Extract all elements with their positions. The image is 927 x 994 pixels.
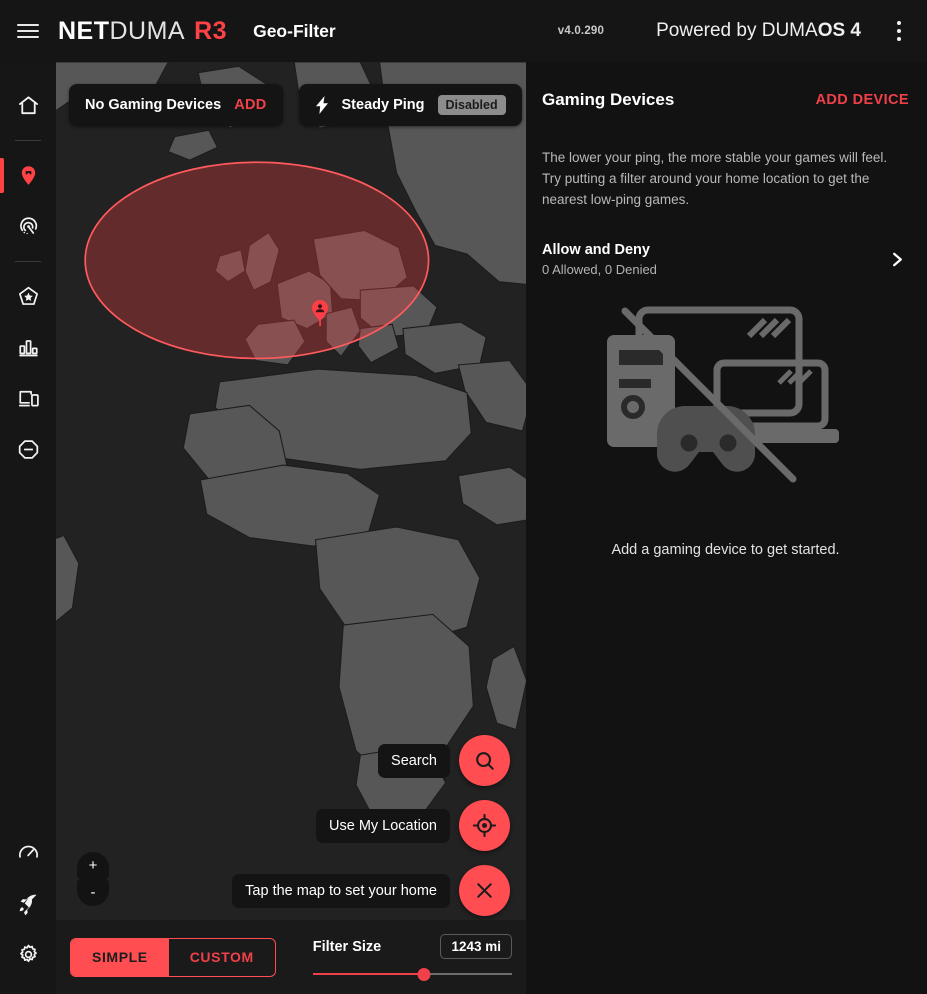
crosshair-icon [472,813,497,838]
home-pin-graphic [311,300,329,328]
top-bar: NETDUMA R3 Geo-Filter v4.0.290 Powered b… [0,0,927,62]
speedometer-icon [17,841,40,864]
chevron-right-icon[interactable] [890,250,909,269]
rocket-icon [17,892,40,915]
use-my-location-fab-tooltip: Use My Location [316,809,450,843]
search-fab-tooltip: Search [378,744,450,778]
sidebar [0,62,56,994]
kebab-dot [897,29,901,33]
set-home-fab[interactable] [459,865,510,916]
sidebar-divider [15,261,41,262]
hamburger-line [17,24,39,26]
home-icon [17,94,40,117]
empty-state: Add a gaming device to get started. [542,303,909,558]
filter-size-control: Filter Size 1243 mi [313,934,512,980]
bar-chart-icon [17,336,40,359]
hamburger-line [17,36,39,38]
use-my-location-fab[interactable] [459,800,510,851]
empty-state-text: Add a gaming device to get started. [611,542,839,558]
add-device-button[interactable]: ADD DEVICE [816,92,909,108]
powered-by-label: Powered by DUMAOS 4 [656,20,861,42]
sidebar-item-boost[interactable] [0,878,56,929]
sidebar-item-adblocker[interactable] [0,424,56,475]
right-panel-title: Gaming Devices [542,90,674,110]
more-vertical-icon[interactable] [871,3,927,59]
allow-and-deny-row[interactable]: Allow and Deny 0 Allowed, 0 Denied [542,242,909,277]
page-title: Geo-Filter [253,21,336,42]
filter-size-slider-fill [313,973,425,975]
set-home-fab-tooltip: Tap the map to set your home [232,874,450,908]
hamburger-icon[interactable] [0,24,56,38]
devices-icon [17,387,40,410]
geo-filter-ellipse[interactable] [85,162,428,358]
right-panel-header: Gaming Devices ADD DEVICE [542,90,909,110]
sidebar-bottom-group [0,827,56,980]
brand-r3: R3 [194,17,227,46]
gear-icon [17,943,40,966]
right-panel-description: The lower your ping, the more stable you… [542,148,909,211]
app-root: NETDUMA R3 Geo-Filter v4.0.290 Powered b… [0,0,927,994]
gaming-devices-chip-add[interactable]: ADD [234,97,266,113]
search-fab-row: Search [232,735,510,786]
body: No Gaming Devices ADD Steady Ping Disabl… [0,62,927,994]
chevron-right-glyph [890,250,905,269]
kebab-dot [897,21,901,25]
powered-suffix: OS 4 [818,20,861,41]
powered-prefix: Powered by DUMA [656,20,818,41]
zoom-out-button[interactable]: - [77,879,109,906]
bolt-glyph [315,96,329,114]
filter-size-label: Filter Size [313,939,382,955]
gaming-devices-chip[interactable]: No Gaming Devices ADD [69,84,283,126]
map-pin-icon [17,164,40,187]
set-home-fab-row: Tap the map to set your home [232,865,510,916]
filter-size-value: 1243 mi [440,934,512,959]
map-chip-row: No Gaming Devices ADD Steady Ping Disabl… [69,84,522,126]
gaming-devices-chip-label: No Gaming Devices [85,97,221,113]
filter-mode-simple[interactable]: SIMPLE [71,939,169,976]
map-bottom-bar: SIMPLE CUSTOM Filter Size 1243 mi [56,920,526,994]
filter-size-header: Filter Size 1243 mi [313,934,512,959]
zoom-in-button[interactable]: + [77,852,109,879]
badge-star-icon [17,285,40,308]
radar-icon [17,215,40,238]
filter-mode-segmented-control[interactable]: SIMPLE CUSTOM [70,938,276,977]
brand-duma: DUMA [110,17,186,46]
sidebar-item-qos[interactable] [0,271,56,322]
filter-size-slider[interactable] [313,968,512,980]
home-location-pin-icon[interactable] [311,300,329,333]
search-fab[interactable] [459,735,510,786]
steady-ping-chip-label: Steady Ping [342,97,425,113]
brand-net: NET [58,17,110,46]
right-panel: Gaming Devices ADD DEVICE The lower your… [526,62,927,994]
allow-and-deny-subtitle: 0 Allowed, 0 Denied [542,262,657,277]
map-action-buttons: Search Use My Location [232,735,510,916]
block-icon [17,438,40,461]
version-label: v4.0.290 [558,25,604,37]
sidebar-item-ping-heatmap[interactable] [0,201,56,252]
allow-and-deny-text: Allow and Deny 0 Allowed, 0 Denied [542,242,657,277]
sidebar-item-geo-filter[interactable] [0,150,56,201]
sidebar-item-speed-test[interactable] [0,827,56,878]
no-devices-illustration [597,303,855,518]
close-icon [473,879,496,902]
top-bar-right: v4.0.290 Powered by DUMAOS 4 [558,3,927,59]
sidebar-divider [15,140,41,141]
steady-ping-chip[interactable]: Steady Ping Disabled [299,84,522,126]
sidebar-item-settings[interactable] [0,929,56,980]
filter-size-slider-knob[interactable] [418,968,431,981]
search-icon [473,749,497,773]
steady-ping-status-badge: Disabled [438,95,506,116]
sidebar-item-device-manager[interactable] [0,373,56,424]
map-zoom-control[interactable]: + - [70,852,116,906]
use-my-location-fab-row: Use My Location [232,800,510,851]
map-container[interactable]: No Gaming Devices ADD Steady Ping Disabl… [56,62,526,994]
brand-logo: NETDUMA R3 [58,17,227,46]
filter-mode-custom[interactable]: CUSTOM [169,939,275,976]
kebab-dot [897,37,901,41]
bolt-icon [315,96,329,114]
sidebar-item-traffic-prioritization[interactable] [0,322,56,373]
hamburger-line [17,30,39,32]
sidebar-item-home[interactable] [0,80,56,131]
allow-and-deny-title: Allow and Deny [542,242,657,258]
